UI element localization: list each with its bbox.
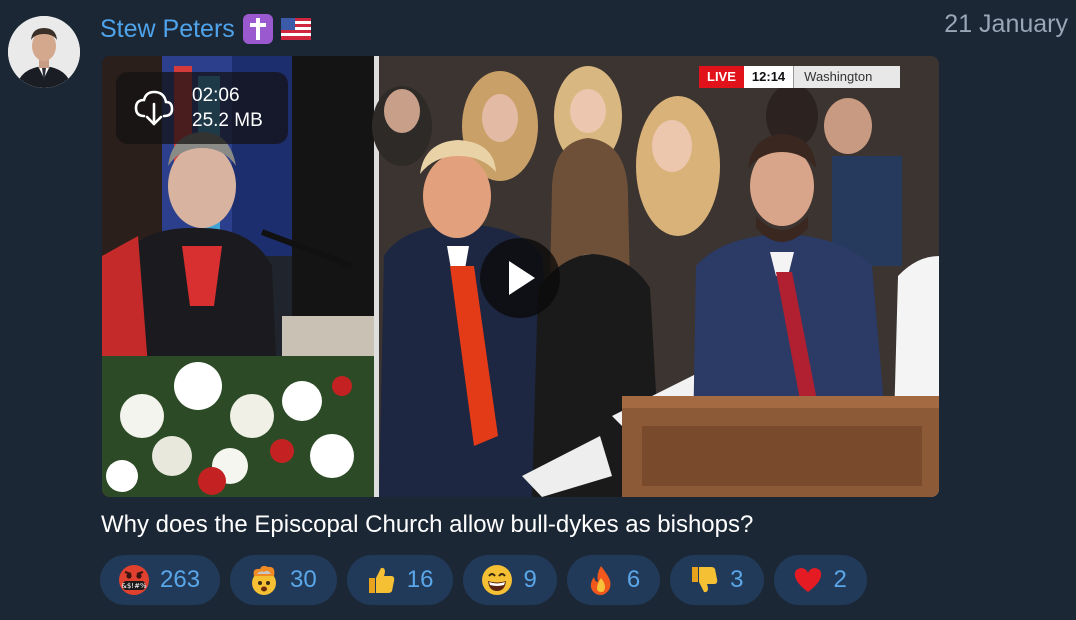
avatar[interactable] bbox=[8, 16, 80, 88]
post-date: 21 January bbox=[944, 10, 1068, 38]
play-button[interactable] bbox=[480, 238, 560, 318]
author-name[interactable]: Stew Peters bbox=[100, 15, 235, 44]
play-icon bbox=[509, 261, 535, 295]
svg-text:&$!#%: &$!#% bbox=[121, 582, 147, 590]
live-broadcast-banner: LIVE 12:14 Washington bbox=[699, 66, 901, 88]
latin-cross-icon bbox=[242, 14, 273, 44]
grinning-face-icon bbox=[482, 565, 513, 595]
telegram-post: Stew Peters 21 January LIVE 12:14 Washin… bbox=[0, 0, 1076, 620]
live-location: Washington bbox=[794, 66, 901, 88]
reaction-count: 2 bbox=[833, 566, 847, 593]
live-time: 12:14 bbox=[743, 66, 795, 88]
reaction-count: 9 bbox=[523, 566, 537, 593]
author-line: Stew Peters bbox=[100, 14, 311, 44]
reaction-exploding-head[interactable]: 30 bbox=[230, 555, 337, 605]
thumbs-down-icon bbox=[692, 567, 718, 593]
us-flag-icon bbox=[280, 18, 311, 40]
live-label: LIVE bbox=[699, 66, 744, 88]
reaction-count: 3 bbox=[730, 566, 744, 593]
reaction-thumbs-up[interactable]: 16 bbox=[346, 555, 454, 605]
reaction-thumbs-down[interactable]: 3 bbox=[670, 555, 764, 605]
reaction-cursing-face[interactable]: &$!#% 263 bbox=[100, 555, 221, 605]
video-duration: 02:06 bbox=[192, 85, 240, 106]
reaction-grinning-face[interactable]: 9 bbox=[463, 555, 557, 605]
reaction-red-heart[interactable]: 2 bbox=[773, 555, 867, 605]
reaction-count: 30 bbox=[290, 566, 317, 593]
cloud-download-icon[interactable] bbox=[132, 86, 176, 130]
post-caption: Why does the Episcopal Church allow bull… bbox=[101, 511, 754, 538]
exploding-head-icon bbox=[252, 565, 277, 595]
thumbs-up-icon bbox=[368, 567, 394, 593]
red-heart-icon bbox=[794, 568, 821, 592]
cursing-face-icon: &$!#% bbox=[119, 565, 149, 595]
video-size: 25.2 MB bbox=[192, 110, 263, 131]
video-preview[interactable]: LIVE 12:14 Washington 02:06 25.2 MB bbox=[102, 56, 939, 497]
reactions-bar: &$!#% 263 30 16 9 6 3 2 bbox=[100, 555, 867, 605]
reaction-count: 16 bbox=[406, 566, 434, 593]
reaction-count: 263 bbox=[160, 566, 201, 593]
reaction-count: 6 bbox=[626, 566, 641, 593]
fire-icon bbox=[590, 566, 611, 595]
reaction-fire[interactable]: 6 bbox=[566, 555, 661, 605]
download-info: 02:06 25.2 MB bbox=[192, 83, 263, 133]
download-overlay[interactable]: 02:06 25.2 MB bbox=[116, 72, 288, 144]
